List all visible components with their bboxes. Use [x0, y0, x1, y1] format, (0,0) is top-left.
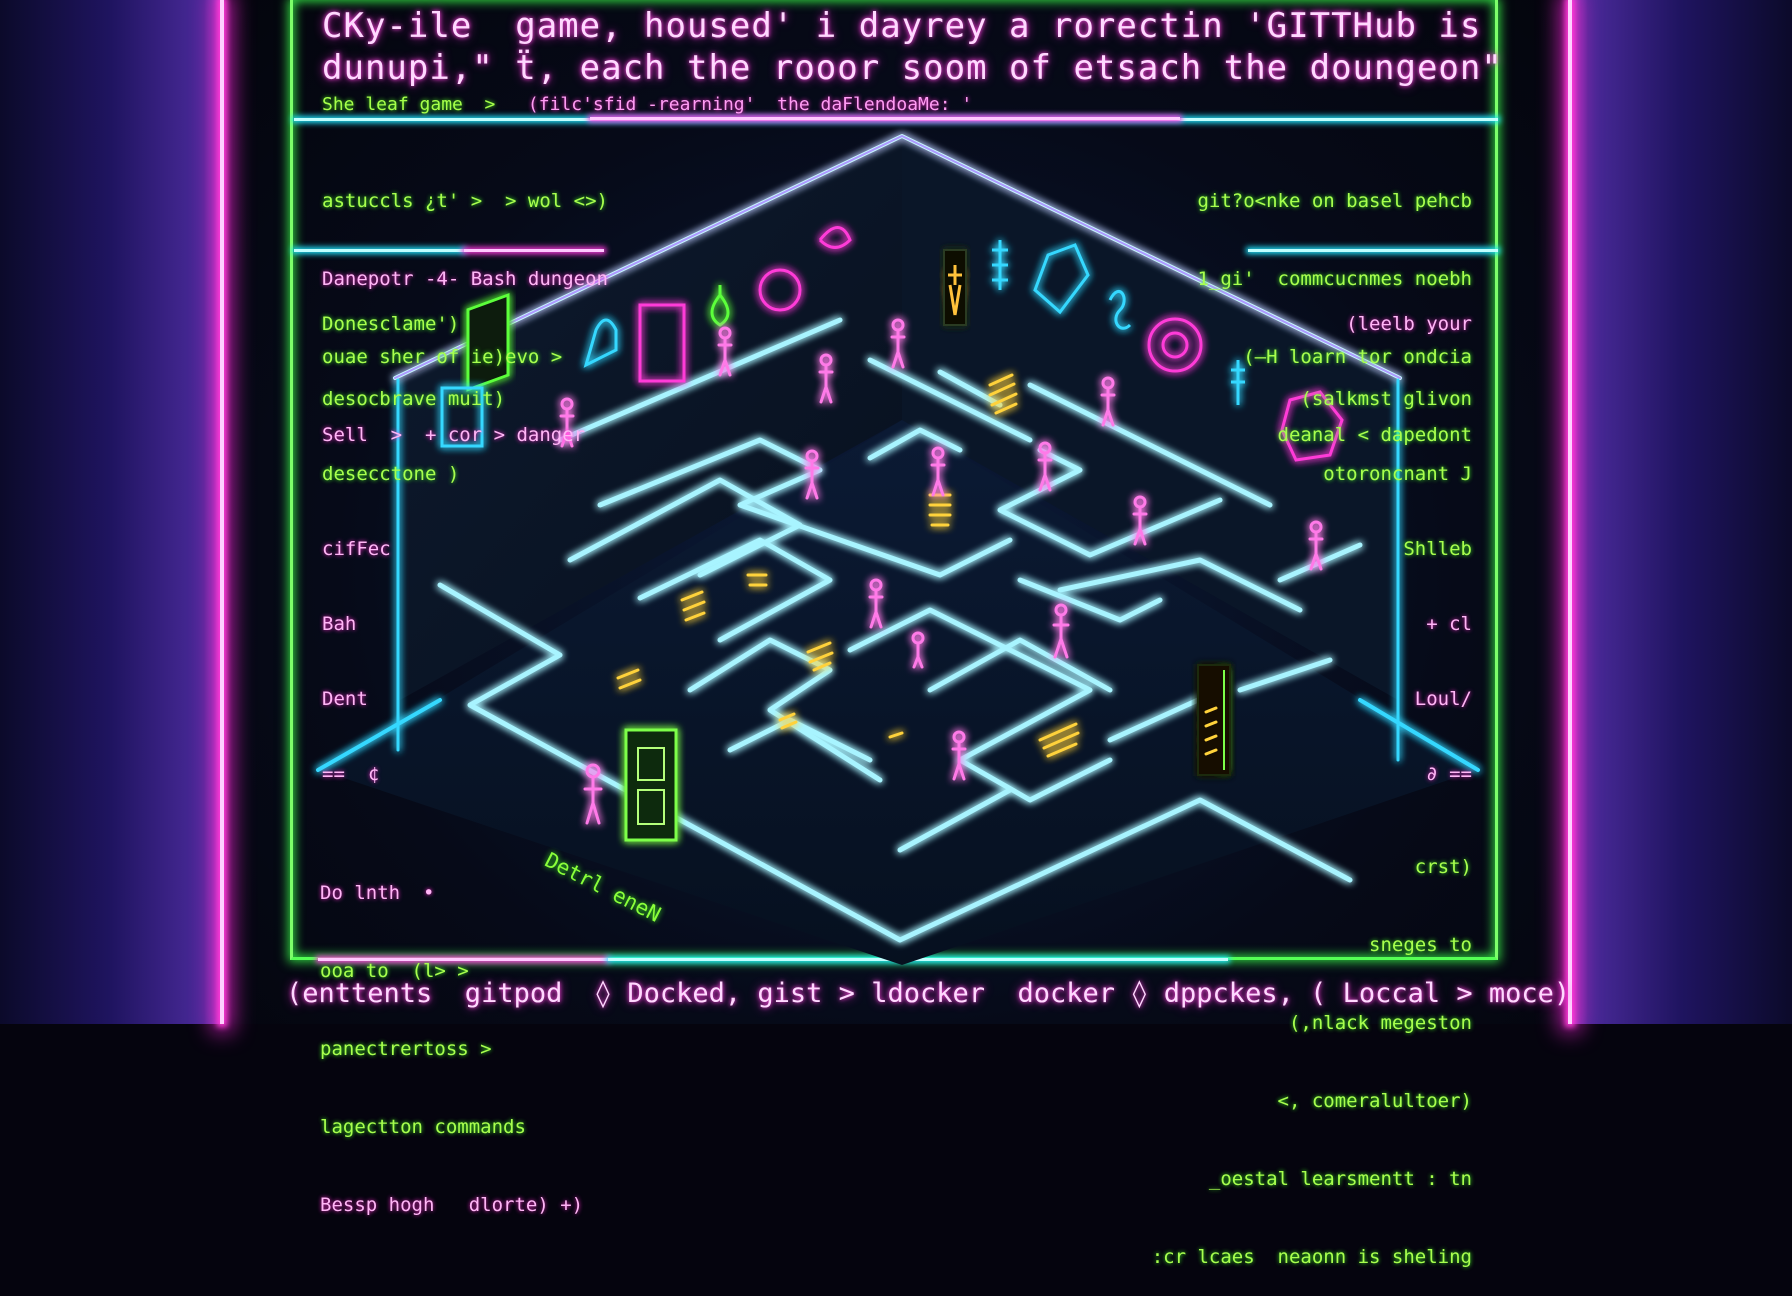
log-line: <, comeralultoer) [1277, 1090, 1472, 1112]
log-line: (leelb your [1346, 313, 1472, 335]
log-line: desecctone ) [322, 463, 460, 485]
quest-title-line-2: dunupi," ẗ, each the roоor soom of etsac… [322, 48, 1503, 88]
door-yellow-right [1197, 664, 1231, 776]
door-yellow-back [943, 249, 967, 326]
log-line: :cr lcaes neaonn is sheling [1151, 1246, 1472, 1268]
log-line: (salkmst glivon [1300, 388, 1472, 410]
left-panel-mid: Donesclame') desocbrave muit) desecctone… [322, 262, 505, 812]
log-line: desocbrave muit) [322, 388, 506, 410]
log-line: astuccls ¿t' > > wol <>) [322, 190, 608, 212]
log-line: ∂ == [1426, 763, 1472, 785]
log-line: Loul/ [1414, 688, 1472, 710]
left-panel-bottom: Do lnth • ooa to (l> > panectrertoss > l… [320, 828, 583, 1244]
log-line: Donesclame') [322, 313, 460, 335]
log-line: == ¢ [322, 763, 380, 785]
log-line: cifFec [322, 538, 391, 560]
dungeon-scene [316, 134, 1480, 965]
log-line: Dent [322, 688, 368, 710]
log-line: + cl [1426, 613, 1472, 635]
log-line: Bah [322, 613, 357, 635]
subtitle-pink: (filc'sfid -rearning' the daFlendoaMe: ' [527, 94, 973, 115]
log-line: otoroncnant J [1323, 463, 1472, 485]
log-line: _oestal learsmentt : tn [1208, 1168, 1472, 1190]
log-line: panectrertoss > [320, 1038, 492, 1060]
log-line: sneges to [1369, 934, 1472, 956]
right-panel-mid: (leelb your (salkmst glivon otoroncnant … [1300, 262, 1472, 812]
right-panel-bottom: crst) sneges to (,nlack megeston <, come… [1152, 802, 1472, 1296]
log-line: lagectton commands [320, 1116, 526, 1138]
quest-title-line-1: CKy-ile game, housed' i dayrey a rorecti… [322, 6, 1482, 46]
command-bar[interactable]: (enttents gitpod ◊ Docked, gist > ldocke… [286, 978, 1570, 1009]
log-line: (,nlack megeston [1288, 1012, 1472, 1034]
log-line: Shlleb [1403, 538, 1472, 560]
log-line: crst) [1414, 856, 1472, 878]
door-green-bottom [624, 728, 678, 842]
subtitle-green: She leaf game > [322, 94, 528, 115]
log-line: Do lnth • [320, 882, 435, 904]
quest-subtitle: She leaf game > (filc'sfid -rearning' th… [322, 94, 972, 115]
log-line: git?o<nke on basel pehcb [1197, 190, 1472, 212]
log-line: Bessp hogh dlorte) +) [320, 1194, 584, 1216]
